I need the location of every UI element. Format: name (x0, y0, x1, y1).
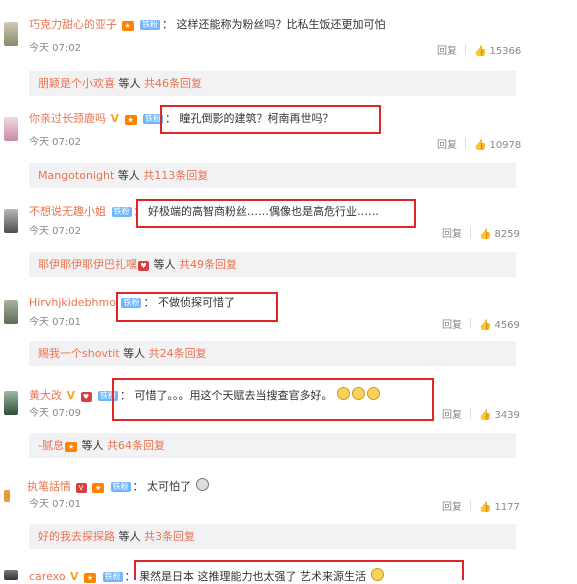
like-count: 8259 (494, 229, 520, 240)
like-count: 3439 (494, 410, 520, 421)
comment-actions: 回复 👍 10978 (437, 138, 521, 153)
comment-actions: 回复 👍 3439 (442, 408, 520, 423)
username[interactable]: 黄大改 (29, 389, 62, 402)
comment-actions: 回复 👍 4569 (442, 318, 520, 333)
avatar[interactable] (4, 570, 18, 580)
reply-username[interactable]: Mangotonight (38, 169, 114, 182)
reply-username[interactable]: 好的我去探探路 (38, 530, 115, 543)
reply-button[interactable]: 回复 (442, 502, 462, 513)
username[interactable]: carexo (29, 570, 66, 583)
comment-text: 这样还能称为粉丝吗？比私生饭还更加可怕 (176, 18, 386, 31)
divider (470, 227, 471, 238)
vip-icon: V (110, 112, 120, 125)
divider (470, 408, 471, 419)
comment-time: 今天 07:02 (29, 43, 81, 54)
comment-actions: 回复 👍 15366 (437, 44, 521, 59)
like-count: 10978 (489, 140, 522, 151)
username[interactable]: 执笔話情 (27, 480, 71, 493)
reply-count[interactable]: 共49条回复 (179, 258, 237, 271)
like-icon[interactable]: 👍 (474, 45, 486, 59)
username[interactable]: 不想说无趣小姐 (29, 205, 106, 218)
reply-thread-bar[interactable]: 朋颖是个小欢喜 等人 共46条回复 (29, 71, 516, 96)
reply-username[interactable]: 赐我一个shovtit (38, 347, 120, 360)
highlight-box (160, 105, 381, 134)
like-icon[interactable]: 👍 (479, 501, 491, 515)
fan-icon: ★ (124, 115, 137, 125)
comment-text: 太可怕了 (147, 480, 191, 493)
fan-icon: ♥ (80, 392, 92, 402)
vip-icon: V (66, 389, 76, 402)
avatar[interactable] (4, 391, 18, 415)
fan-icon: ★ (121, 21, 134, 31)
reply-button[interactable]: 回复 (442, 410, 462, 421)
like-icon[interactable]: 👍 (479, 409, 491, 423)
reply-thread-bar[interactable]: Mangotonight 等人 共113条回复 (29, 163, 516, 188)
reply-username[interactable]: 耶伊耶伊耶伊巴扎嘿 (38, 258, 137, 271)
level-badge: 铁粉 (140, 20, 160, 30)
highlight-box (134, 560, 464, 580)
reply-button[interactable]: 回复 (437, 140, 457, 151)
reply-count[interactable]: 共24条回复 (149, 347, 207, 360)
vip-icon: V (70, 570, 79, 583)
avatar[interactable] (4, 117, 18, 141)
highlight-box (116, 292, 278, 322)
comment-time: 今天 07:01 (29, 499, 81, 510)
like-count: 4569 (494, 320, 520, 331)
like-icon[interactable]: 👍 (479, 228, 491, 242)
divider (470, 500, 471, 511)
comment-time: 今天 07:09 (29, 408, 81, 419)
username[interactable]: 巧克力甜心的亚子 (29, 18, 117, 31)
highlight-box (136, 199, 416, 228)
fan-icon: ★ (92, 483, 104, 493)
divider (470, 318, 471, 329)
avatar[interactable] (4, 209, 18, 233)
emoji-icon (195, 478, 209, 491)
username[interactable]: 你亲过长颈鹿吗 (29, 112, 106, 125)
avatar[interactable] (4, 300, 18, 324)
fan-icon: ♥ (138, 261, 149, 271)
like-count: 1177 (494, 502, 520, 513)
like-icon[interactable]: 👍 (474, 139, 486, 153)
reply-username[interactable]: 朋颖是个小欢喜 (38, 77, 115, 90)
divider (465, 44, 466, 55)
avatar[interactable] (4, 490, 10, 502)
level-badge: 铁粉 (110, 482, 131, 492)
reply-count[interactable]: 共3条回复 (144, 530, 195, 543)
reply-username[interactable]: -腻息 (38, 439, 64, 452)
reply-button[interactable]: 回复 (442, 320, 462, 331)
comment-time: 今天 07:01 (29, 317, 81, 328)
reply-thread-bar[interactable]: 耶伊耶伊耶伊巴扎嘿 ♥ 等人 共49条回复 (29, 252, 516, 277)
like-icon[interactable]: 👍 (479, 319, 491, 333)
vip-icon: V (75, 483, 87, 493)
reply-count[interactable]: 共64条回复 (107, 439, 165, 452)
avatar[interactable] (4, 22, 18, 46)
reply-thread-bar[interactable]: 好的我去探探路 等人 共3条回复 (29, 524, 516, 549)
fan-icon: ★ (84, 573, 97, 583)
reply-count[interactable]: 共46条回复 (144, 77, 202, 90)
comment-line: 执笔話情 V ★ 铁粉： 太可怕了 (27, 478, 210, 494)
comment-line: 巧克力甜心的亚子 ★ 铁粉： 这样还能称为粉丝吗？比私生饭还更加可怕 (29, 18, 386, 31)
like-count: 15366 (489, 46, 522, 57)
reply-count[interactable]: 共113条回复 (143, 169, 208, 182)
reply-thread-bar[interactable]: -腻息 ★ 等人 共64条回复 (29, 433, 516, 458)
reply-button[interactable]: 回复 (442, 229, 462, 240)
level-badge: 铁粉 (111, 207, 132, 217)
comment-actions: 回复 👍 8259 (442, 227, 520, 242)
comment-actions: 回复 👍 1177 (442, 500, 520, 515)
comment-list: 巧克力甜心的亚子 ★ 铁粉： 这样还能称为粉丝吗？比私生饭还更加可怕 今天 07… (0, 0, 577, 583)
fan-icon: ★ (64, 442, 77, 452)
divider (465, 138, 466, 149)
level-badge: 铁粉 (102, 572, 123, 582)
comment-time: 今天 07:02 (29, 137, 81, 148)
comment-time: 今天 07:02 (29, 226, 81, 237)
username[interactable]: Hirvhjkidebhmo (29, 296, 116, 309)
reply-button[interactable]: 回复 (437, 46, 457, 57)
highlight-box (112, 378, 434, 421)
reply-thread-bar[interactable]: 赐我一个shovtit 等人 共24条回复 (29, 341, 516, 366)
